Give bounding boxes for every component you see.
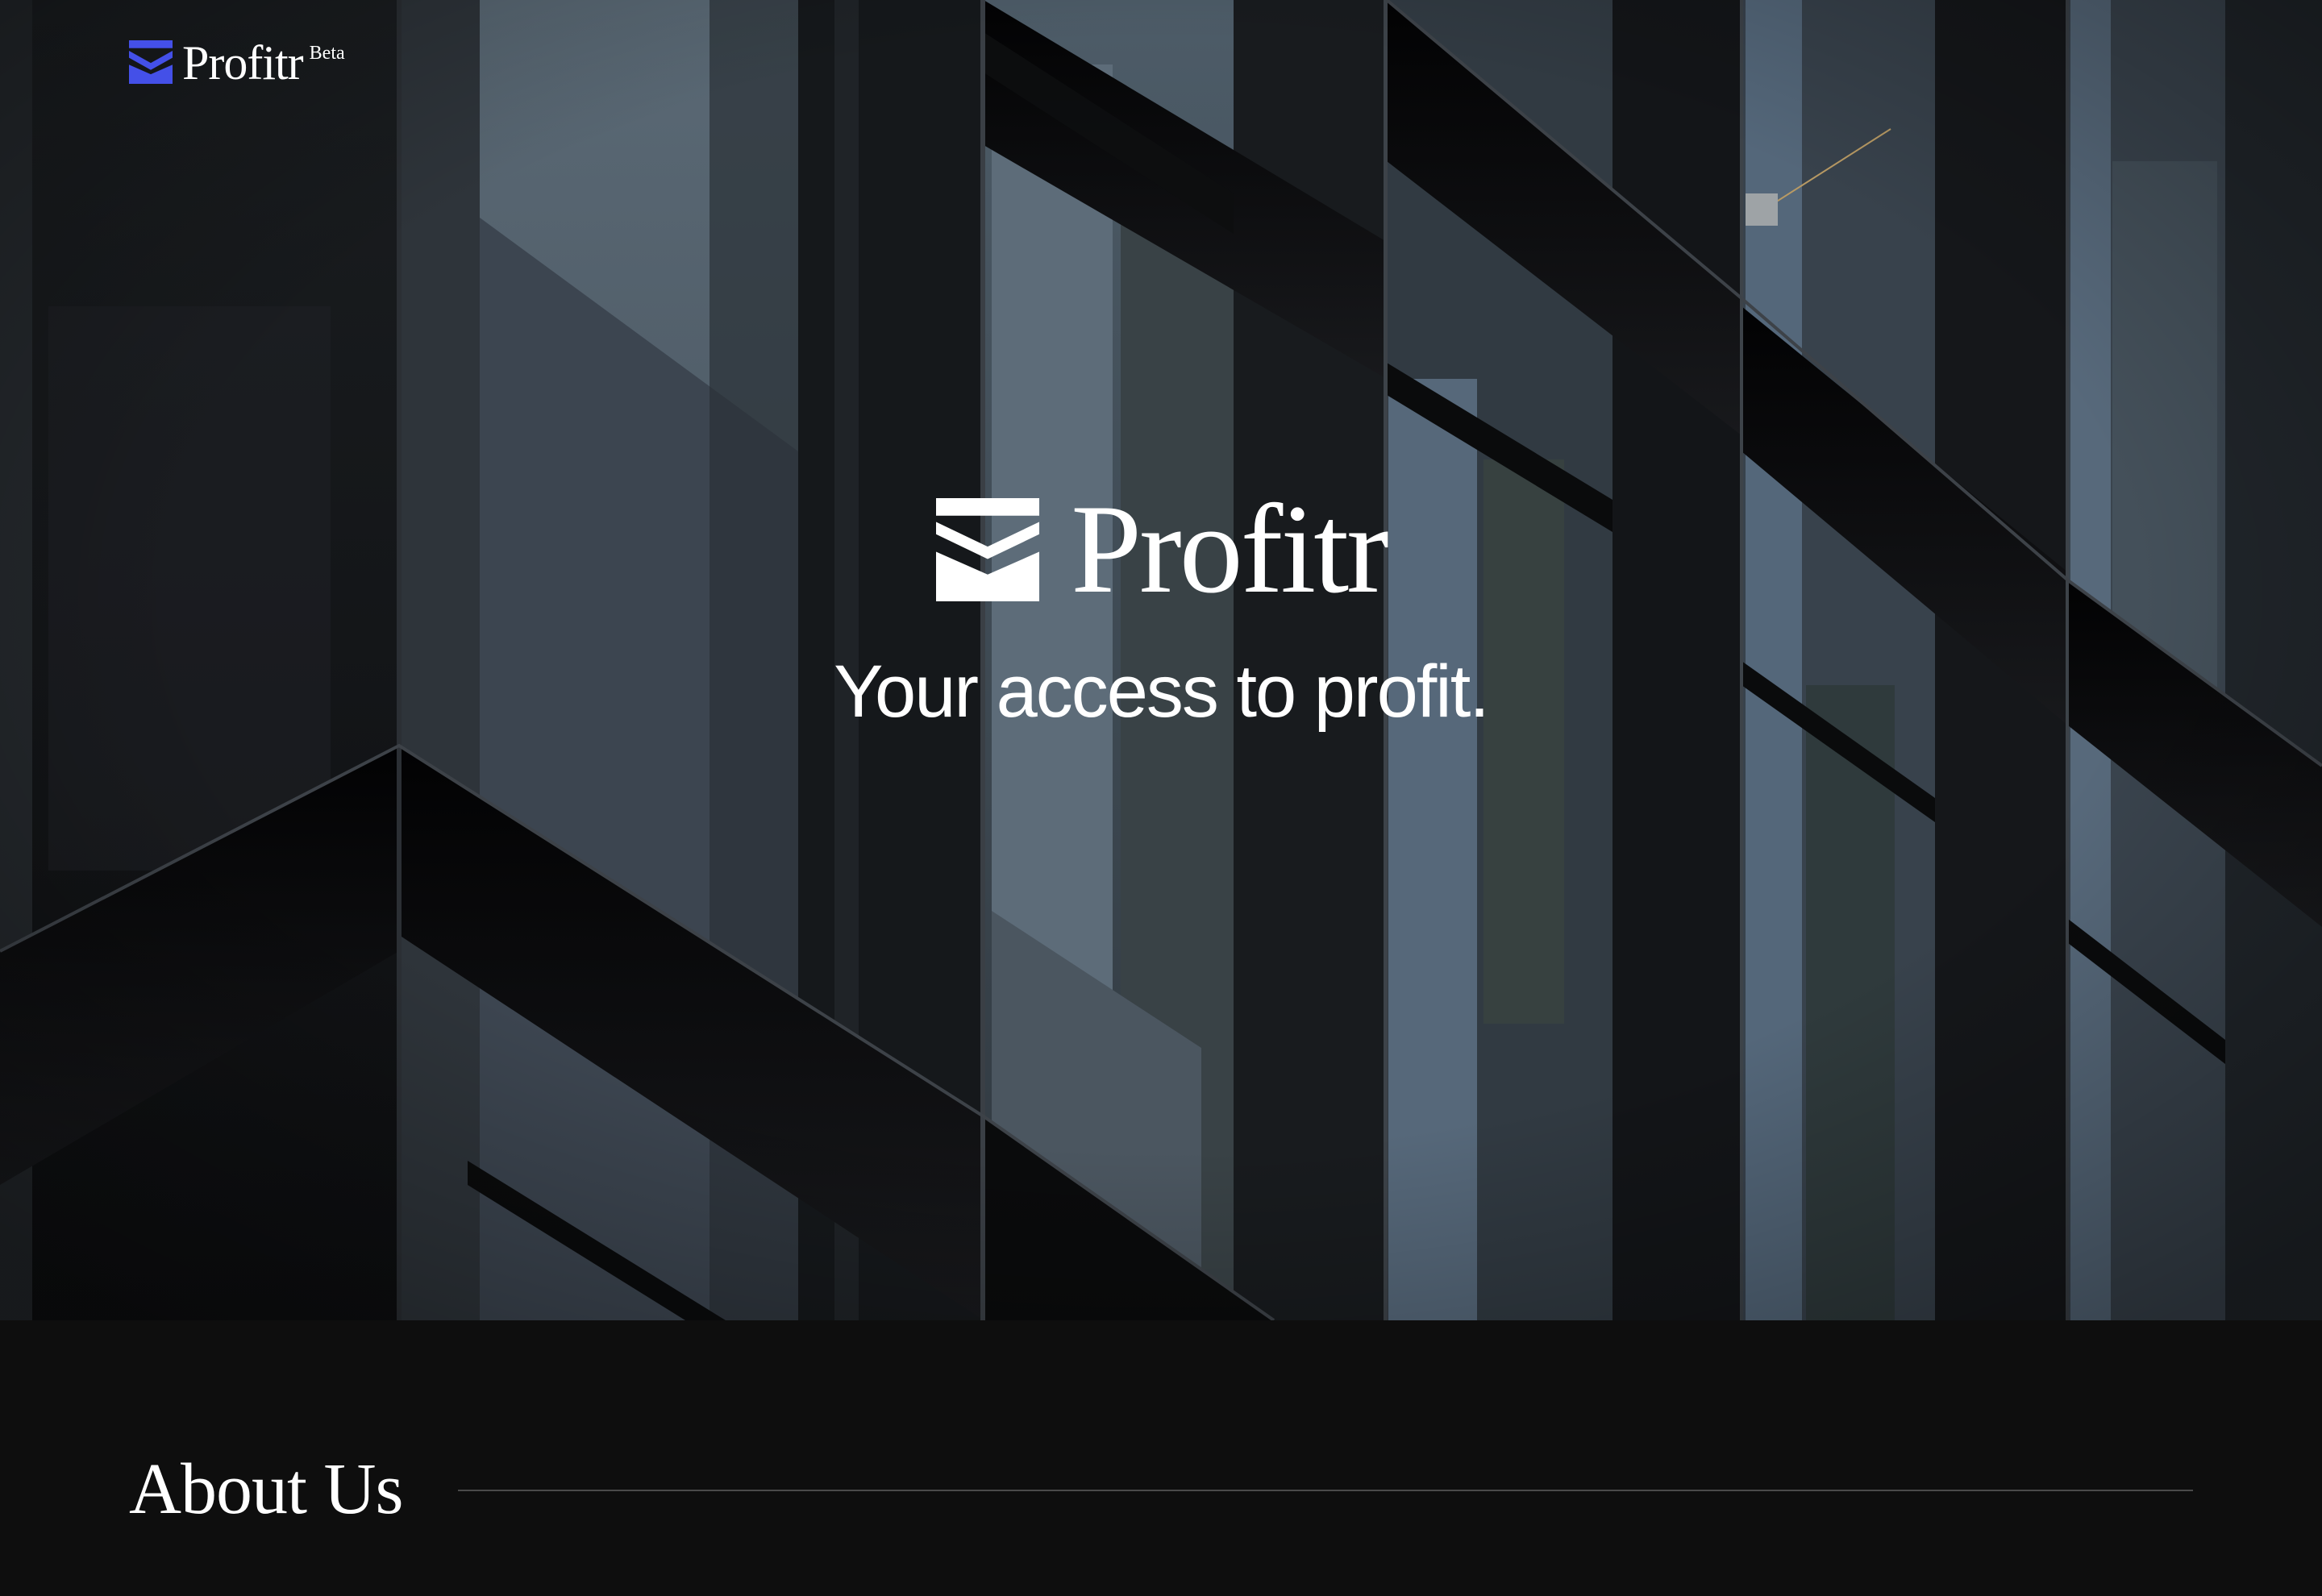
hero-tagline: Your access to profit.	[834, 650, 1490, 733]
landing-page: Profitr Beta Profitr Your access to prof…	[0, 0, 2322, 1596]
about-section: About Us	[0, 1320, 2322, 1596]
hero-logo: Profitr	[935, 479, 1389, 620]
profitr-logo-icon	[936, 498, 1040, 601]
hero-brand: Profitr Your access to profit.	[0, 479, 2322, 733]
hero-brand-name: Profitr	[1071, 479, 1389, 620]
hero-section: Profitr Beta Profitr Your access to prof…	[0, 0, 2322, 1320]
about-title: About Us	[129, 1449, 404, 1529]
beta-badge: Beta	[309, 43, 345, 64]
header-brand[interactable]: Profitr Beta	[129, 39, 345, 87]
header-brand-name: Profitr	[182, 36, 304, 89]
profitr-logo-icon	[129, 40, 173, 84]
section-divider	[458, 1490, 2193, 1491]
